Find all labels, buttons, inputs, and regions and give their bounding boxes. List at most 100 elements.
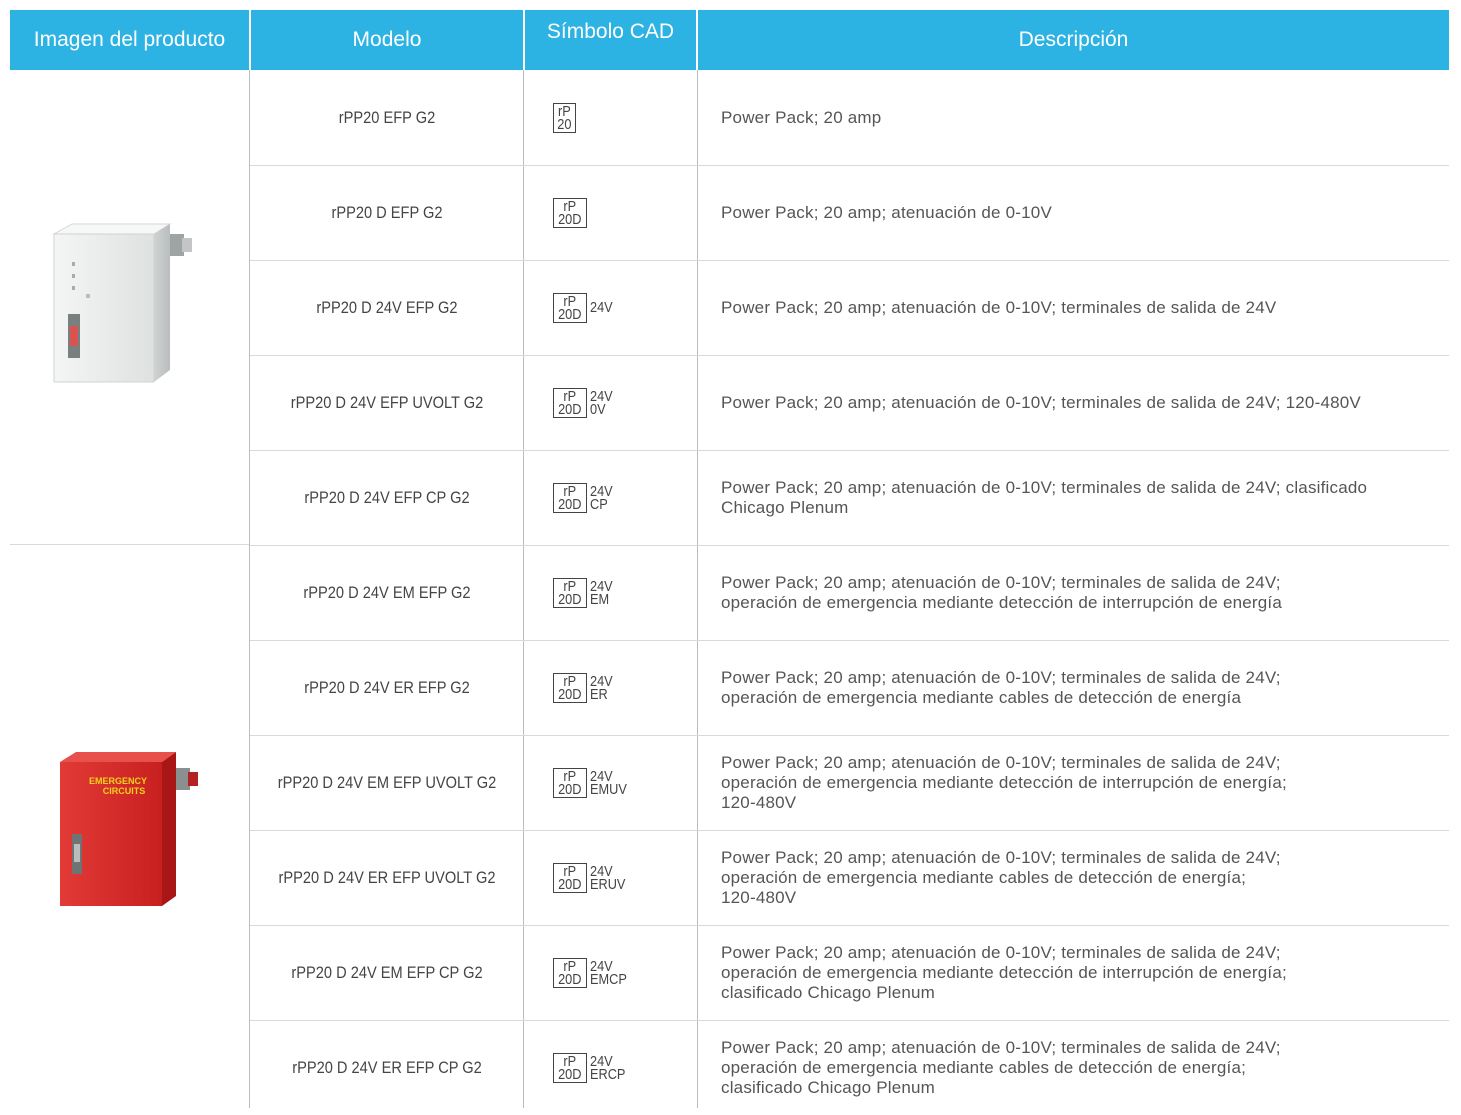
cad-symbol: rP 20D 24V ERCP [553, 1020, 631, 1115]
description-line: Power Pack; 20 amp; atenuación de 0-10V;… [721, 752, 1281, 772]
description-line: Chicago Plenum [721, 497, 849, 517]
description-line: Power Pack; 20 amp; atenuación de 0-10V;… [721, 572, 1281, 592]
cad-symbol-box: rP 20 [553, 102, 576, 133]
description-line: Power Pack; 20 amp; atenuación de 0-10V;… [721, 942, 1281, 962]
cad-symbol-box: rP 20D [553, 197, 587, 228]
red-box-label-line-1: EMERGENCY [89, 776, 147, 786]
description-cell: Power Pack; 20 amp; atenuación de 0-10V;… [721, 355, 1451, 450]
cad-symbol: rP 20D 24V EM [553, 545, 616, 640]
model-cell: rPP20 EFP G2 [338, 107, 436, 127]
header-cad-symbol: Símbolo CAD [525, 10, 696, 70]
cad-symbol-bottom: 20D [558, 590, 582, 608]
cad-symbol-suffix: 24V [589, 299, 613, 316]
column-divider [249, 70, 250, 1108]
cad-symbol-box: rP 20D [553, 862, 587, 893]
model-cell: rPP20 D 24V ER EFP G2 [304, 677, 470, 697]
cad-symbol-suffix: 24V ERCP [589, 1054, 625, 1083]
cad-symbol-box: rP 20D [553, 387, 587, 418]
description-line: Power Pack; 20 amp; atenuación de 0-10V;… [721, 847, 1281, 867]
model-cell: rPP20 D 24V EM EFP G2 [303, 582, 471, 602]
cad-symbol: rP 20D 24V ERUV [553, 830, 631, 925]
column-divider [697, 70, 698, 1108]
description-line: operación de emergencia mediante cables … [721, 687, 1242, 707]
description-cell: Power Pack; 20 amp; atenuación de 0-10V;… [721, 545, 1451, 640]
cad-symbol-box: rP 20D [553, 1052, 587, 1083]
description-line: Power Pack; 20 amp; atenuación de 0-10V;… [721, 667, 1281, 687]
description-line: clasificado Chicago Plenum [721, 982, 936, 1002]
column-divider [523, 70, 524, 1108]
product-image-white [52, 222, 212, 391]
description-line: Power Pack; 20 amp; atenuación de 0-10V;… [721, 392, 1361, 412]
cad-symbol-bottom: 20D [558, 875, 582, 893]
cad-symbol-suffix: 24V ERUV [590, 864, 625, 892]
header-description: Descripción [698, 10, 1449, 70]
cad-symbol-bottom: 20D [558, 1065, 582, 1083]
cad-symbol-box: rP 20D [553, 767, 587, 798]
cad-symbol-suffix: 24V EM [589, 579, 613, 608]
cad-symbol: rP 20D 24V EMCP [553, 925, 633, 1020]
cad-symbol: rP 20D 24V EMUV [553, 735, 633, 830]
cad-suffix-bottom: EMCP [589, 970, 627, 988]
description-line: operación de emergencia mediante cables … [721, 867, 1247, 887]
cad-symbol-box: rP 20D [553, 672, 587, 703]
description-cell: Power Pack; 20 amp [721, 70, 1451, 165]
description-line: 120-480V [721, 792, 797, 812]
cad-suffix-bottom: ERCP [589, 1065, 625, 1083]
cad-symbol-bottom: 20D [558, 685, 582, 703]
cad-symbol: rP 20 [553, 70, 579, 165]
description-cell: Power Pack; 20 amp; atenuación de 0-10V;… [721, 260, 1451, 355]
cad-symbol-box: rP 20D [553, 577, 587, 608]
model-cell: rPP20 D 24V EFP CP G2 [304, 487, 470, 507]
description-cell: Power Pack; 20 amp; atenuación de 0-10V;… [721, 735, 1451, 830]
group-divider [10, 544, 249, 545]
description-line: operación de emergencia mediante cables … [721, 1057, 1247, 1077]
model-cell: rPP20 D 24V EM EFP UVOLT G2 [277, 772, 497, 792]
cad-symbol-bottom: 20D [558, 400, 582, 418]
description-line: Power Pack; 20 amp; atenuación de 0-10V;… [721, 297, 1277, 317]
product-image-red: EMERGENCY CIRCUITS [58, 750, 210, 915]
description-line: Power Pack; 20 amp; atenuación de 0-10V;… [721, 477, 1368, 497]
header-model: Modelo [251, 10, 523, 70]
red-box-label-line-2: CIRCUITS [103, 786, 146, 796]
cad-symbol-bottom: 20 [557, 115, 572, 133]
cad-symbol: rP 20D [553, 165, 590, 260]
description-cell: Power Pack; 20 amp; atenuación de 0-10V;… [721, 1020, 1451, 1115]
cad-symbol-bottom: 20D [558, 305, 582, 323]
model-cell: rPP20 D 24V ER EFP CP G2 [292, 1057, 482, 1077]
cad-suffix-bottom: EM [589, 590, 609, 608]
description-line: Power Pack; 20 amp [721, 107, 882, 127]
cad-symbol-bottom: 20D [558, 970, 582, 988]
cad-symbol-box: rP 20D [553, 482, 587, 513]
description-cell: Power Pack; 20 amp; atenuación de 0-10V;… [721, 640, 1451, 735]
cad-symbol-suffix: 24V EMUV [589, 769, 627, 798]
cad-symbol-box: rP 20D [553, 292, 587, 323]
description-line: Power Pack; 20 amp; atenuación de 0-10V;… [721, 1037, 1281, 1057]
model-cell: rPP20 D 24V EFP UVOLT G2 [290, 392, 484, 412]
cad-symbol: rP 20D 24V CP [553, 450, 616, 545]
cad-suffix-bottom: EMUV [589, 780, 627, 798]
cad-suffix-bottom: 24V [589, 299, 613, 316]
description-line: operación de emergencia mediante detecci… [721, 962, 1287, 982]
description-line: clasificado Chicago Plenum [721, 1077, 936, 1097]
model-cell: rPP20 D 24V EFP G2 [316, 297, 458, 317]
cad-symbol-bottom: 20D [558, 780, 582, 798]
description-line: 120-480V [721, 887, 797, 907]
header-product-image: Imagen del producto [10, 10, 249, 70]
description-line: Power Pack; 20 amp; atenuación de 0-10V [721, 202, 1052, 222]
description-cell: Power Pack; 20 amp; atenuación de 0-10V;… [721, 830, 1451, 925]
cad-symbol: rP 20D 24V 0V [553, 355, 616, 450]
cad-symbol-suffix: 24V EMCP [589, 959, 627, 988]
cad-symbol-bottom: 20D [558, 495, 582, 513]
cad-symbol-suffix: 24V CP [590, 484, 613, 512]
description-cell: Power Pack; 20 amp; atenuación de 0-10V;… [721, 450, 1451, 545]
cad-symbol-suffix: 24V ER [590, 674, 613, 702]
description-cell: Power Pack; 20 amp; atenuación de 0-10V [721, 165, 1451, 260]
cad-symbol: rP 20D 24V ER [553, 640, 616, 735]
description-line: operación de emergencia mediante detecci… [721, 592, 1282, 612]
description-line: operación de emergencia mediante detecci… [721, 772, 1287, 792]
cad-symbol-suffix: 24V 0V [590, 389, 613, 417]
model-cell: rPP20 D EFP G2 [331, 202, 443, 222]
cad-symbol-box: rP 20D [553, 957, 587, 988]
cad-symbol: rP 20D 24V [553, 260, 616, 355]
model-cell: rPP20 D 24V EM EFP CP G2 [291, 962, 483, 982]
